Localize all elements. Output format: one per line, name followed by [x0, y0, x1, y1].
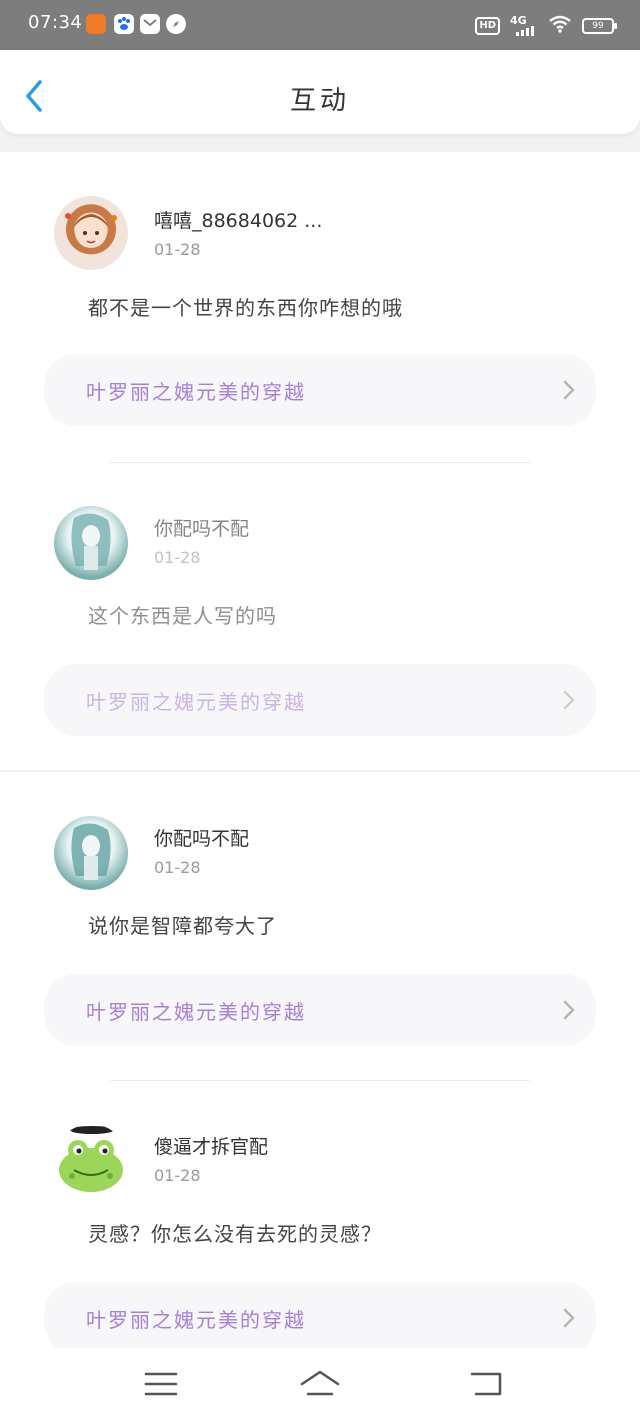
comment-date: 01-28: [154, 858, 201, 877]
comment-text: 都不是一个世界的东西你咋想的哦: [88, 296, 403, 320]
battery-icon: 99: [582, 18, 617, 34]
hd-badge: HD: [475, 17, 500, 35]
comment-text: 说你是智障都夸大了: [88, 914, 277, 938]
avatar[interactable]: [54, 196, 128, 270]
cellular-signal-icon: 4G: [510, 14, 538, 36]
divider: [110, 1080, 530, 1081]
comment-date: 01-28: [154, 1166, 201, 1185]
paw-app-icon: [114, 14, 134, 34]
chevron-right-icon: [563, 1000, 575, 1020]
avatar[interactable]: [54, 816, 128, 890]
chevron-right-icon: [563, 1308, 575, 1328]
username[interactable]: 你配吗不配: [154, 824, 249, 851]
book-link[interactable]: 叶罗丽之媿元美的穿越: [44, 354, 596, 426]
book-link[interactable]: 叶罗丽之媿元美的穿越: [44, 974, 596, 1046]
chevron-right-icon: [563, 690, 575, 710]
menu-icon: [144, 1372, 178, 1396]
divider: [110, 462, 530, 463]
book-title: 叶罗丽之媿元美的穿越: [86, 690, 306, 714]
status-bar: 07:34 HD 4G 99: [0, 0, 640, 50]
username[interactable]: 傻逼才拆官配: [154, 1132, 268, 1159]
app-notification-icon: [86, 14, 106, 34]
status-time: 07:34: [28, 12, 83, 33]
avatar[interactable]: [54, 1124, 128, 1198]
username[interactable]: 嘻嘻_88684062 ...: [154, 206, 322, 233]
section-separator: [0, 770, 640, 772]
back-nav-button[interactable]: [466, 1366, 510, 1402]
chevron-right-icon: [563, 380, 575, 400]
compass-icon: [166, 14, 186, 34]
book-link[interactable]: 叶罗丽之媿元美的穿越: [44, 1282, 596, 1354]
back-arrow-icon: [470, 1372, 502, 1396]
avatar[interactable]: [54, 506, 128, 580]
book-title: 叶罗丽之媿元美的穿越: [86, 1308, 306, 1332]
frog-avatar-icon: [59, 1126, 123, 1192]
username[interactable]: 你配吗不配: [154, 514, 249, 541]
status-indicators: HD 4G 99: [475, 14, 617, 38]
page-title: 互动: [289, 86, 350, 116]
system-nav-bar: [0, 1348, 640, 1422]
comment-date: 01-28: [154, 548, 201, 567]
home-button[interactable]: [298, 1366, 342, 1402]
mail-icon: [140, 14, 160, 34]
interaction-list: 嘻嘻_88684062 ... 01-28 都不是一个世界的东西你咋想的哦 叶罗…: [0, 152, 640, 1354]
page-header: 互动: [0, 50, 640, 134]
comment-text: 灵感？你怎么没有去死的灵感？: [88, 1222, 382, 1246]
comment-date: 01-28: [154, 240, 201, 259]
book-title: 叶罗丽之媿元美的穿越: [86, 1000, 306, 1024]
wifi-icon: [548, 14, 572, 38]
home-icon: [300, 1370, 340, 1396]
book-title: 叶罗丽之媿元美的穿越: [86, 380, 306, 404]
comment-text: 这个东西是人写的吗: [88, 604, 277, 628]
menu-button[interactable]: [140, 1366, 184, 1402]
book-link[interactable]: 叶罗丽之媿元美的穿越: [44, 664, 596, 736]
